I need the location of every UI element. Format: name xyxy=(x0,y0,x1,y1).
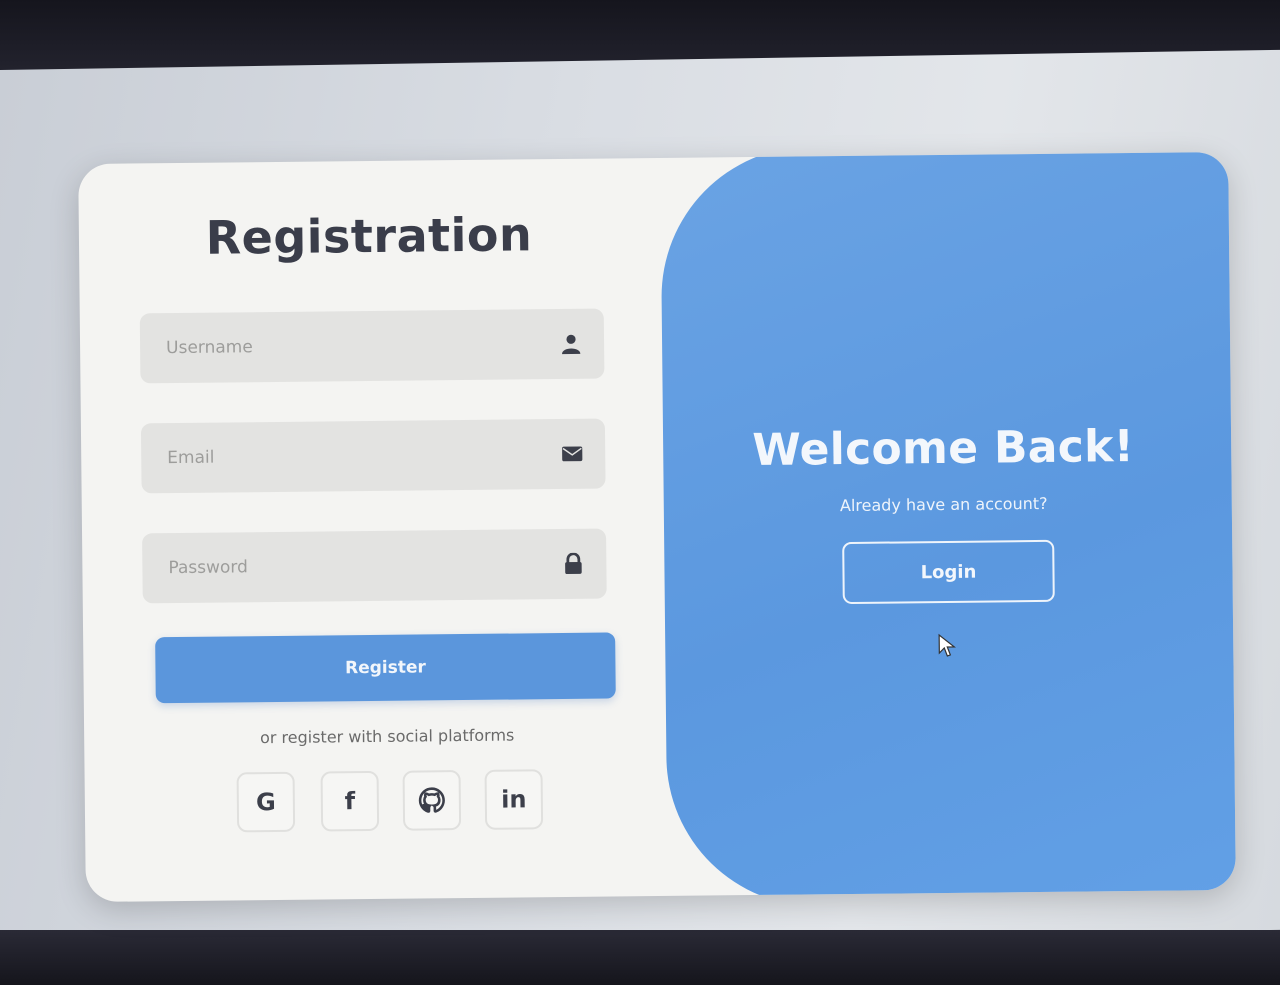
facebook-button[interactable]: f xyxy=(320,770,380,832)
password-input[interactable] xyxy=(142,528,607,604)
monitor-bezel-bottom xyxy=(0,930,1280,985)
password-field[interactable] xyxy=(142,528,607,604)
linkedin-icon: in xyxy=(501,785,527,814)
google-icon: G xyxy=(255,788,276,817)
facebook-icon: f xyxy=(344,787,356,816)
linkedin-button[interactable]: in xyxy=(484,769,544,830)
already-account-text: Already have an account? xyxy=(839,493,1048,516)
username-field[interactable] xyxy=(139,308,605,384)
welcome-panel: Welcome Back! Already have an account? L… xyxy=(660,151,1236,903)
envelope-icon xyxy=(562,446,583,462)
user-icon xyxy=(562,334,581,355)
github-icon xyxy=(418,787,445,813)
github-button[interactable] xyxy=(402,770,462,831)
register-button[interactable]: Register xyxy=(155,632,616,704)
registration-title: Registration xyxy=(205,207,533,265)
registration-form: Registration Register or register with s xyxy=(78,158,666,902)
welcome-heading: Welcome Back! xyxy=(752,421,1135,476)
lock-icon xyxy=(565,552,582,575)
email-input[interactable] xyxy=(140,418,606,494)
google-button[interactable]: G xyxy=(236,771,296,833)
auth-card: Registration Register or register with s xyxy=(78,151,1236,903)
mouse-cursor-icon xyxy=(938,633,956,657)
username-input[interactable] xyxy=(139,308,605,384)
login-button[interactable]: Login xyxy=(842,539,1055,605)
email-field[interactable] xyxy=(140,418,606,494)
social-buttons: G f in xyxy=(236,769,558,834)
social-register-text: or register with social platforms xyxy=(259,725,515,748)
